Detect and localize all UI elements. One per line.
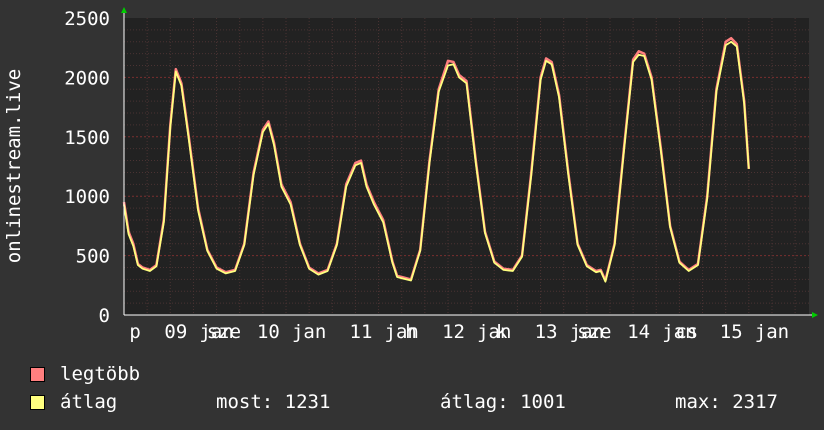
x-tick-label: sze <box>207 321 241 343</box>
x-tick-label: 09 <box>164 321 187 343</box>
stat-current: most: 1231 <box>216 391 331 413</box>
y-tick-label: 0 <box>99 305 110 327</box>
stat-max: max: 2317 <box>675 391 778 413</box>
x-tick-label: h <box>405 321 416 343</box>
legend-label-max: legtöbb <box>60 363 141 385</box>
legend-swatch-avg <box>30 395 45 410</box>
x-tick-labels: p 09 jansze 10 jan 11 janh 12 jank 13 jansze 14 janc… <box>129 321 789 343</box>
y-axis-arrow-icon <box>121 7 127 13</box>
y-tick-labels: 0 500 1000 1500 2000 2500 <box>64 8 110 327</box>
x-tick-label: p <box>129 321 140 343</box>
y-tick-label: 1500 <box>64 127 110 149</box>
y-tick-label: 2500 <box>64 8 110 30</box>
x-tick-label: 12 <box>442 321 465 343</box>
x-tick-label: 13 <box>535 321 558 343</box>
y-axis-label: onlinestream.live <box>3 69 25 263</box>
x-tick-label: 14 <box>627 321 650 343</box>
x-axis-arrow-icon <box>812 312 818 318</box>
x-tick-label: sze <box>577 321 611 343</box>
stat-average: átlag: 1001 <box>440 391 566 413</box>
x-tick-label: 10 <box>257 321 280 343</box>
x-tick-label: 15 <box>720 321 743 343</box>
plot-background <box>124 18 809 315</box>
x-tick-label: cs <box>675 321 698 343</box>
x-tick-label: jan <box>292 321 326 343</box>
x-tick-label: 11 <box>350 321 373 343</box>
y-tick-label: 2000 <box>64 67 110 89</box>
legend-swatch-max <box>30 367 45 382</box>
legend-label-avg: átlag <box>60 391 118 413</box>
y-tick-label: 500 <box>76 246 110 268</box>
x-tick-label: k <box>496 321 508 343</box>
line-chart: 05001000150020002500 p 09 jansze 10 jan 11 jan… <box>3 7 818 343</box>
y-tick-label: 1000 <box>64 186 110 208</box>
x-tick-label: jan <box>755 321 789 343</box>
